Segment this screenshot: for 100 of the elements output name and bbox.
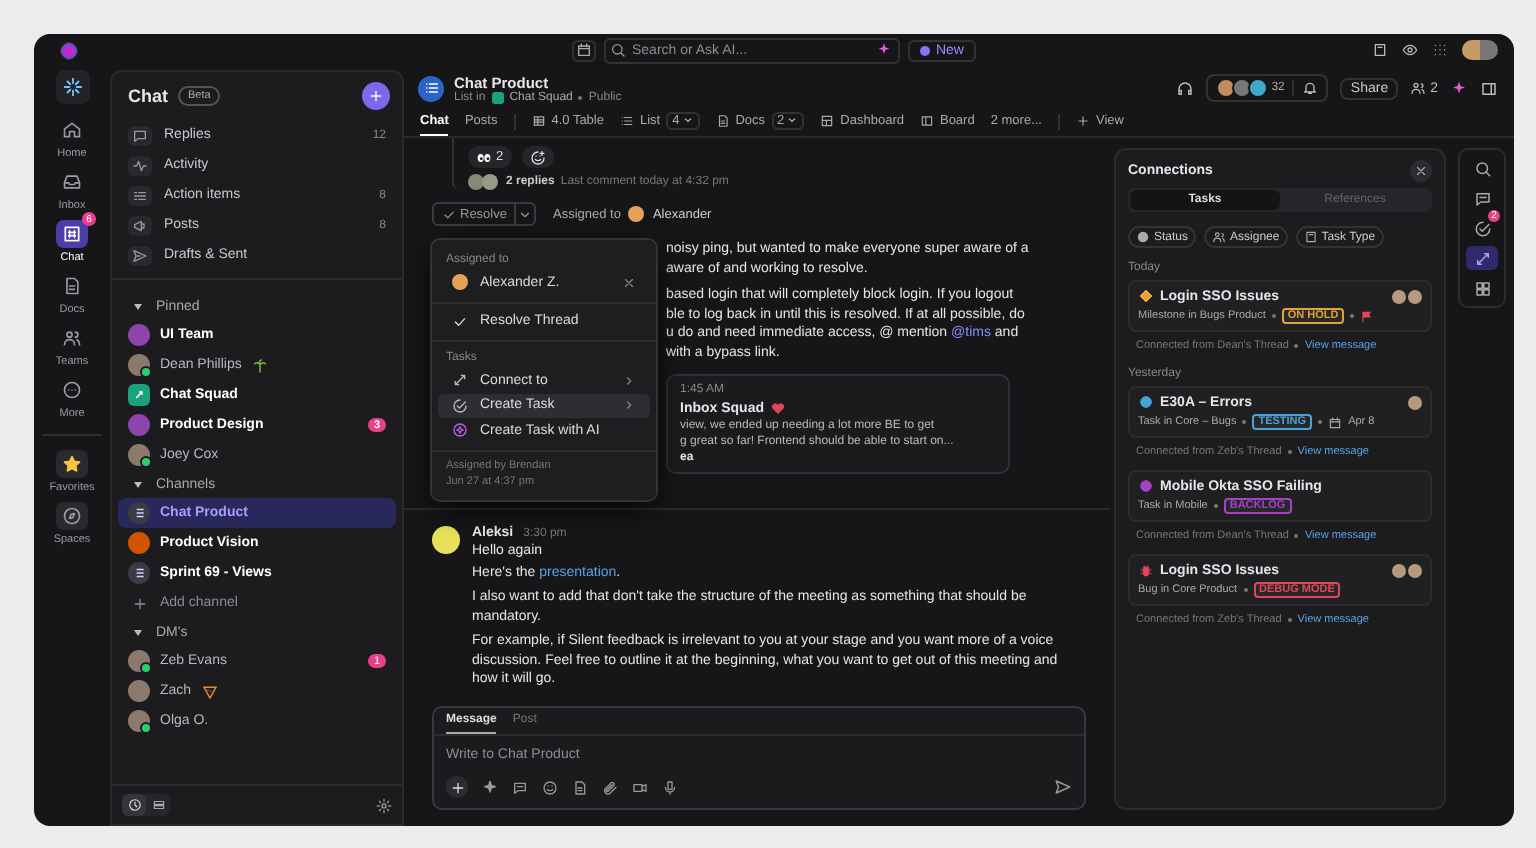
eyes-icon <box>476 149 492 165</box>
connect-button[interactable] <box>1466 246 1498 270</box>
remove-button[interactable] <box>622 275 636 290</box>
dashboard-icon <box>820 113 835 127</box>
people-icon <box>61 328 82 348</box>
palm-tree-icon <box>251 357 268 373</box>
add-button[interactable] <box>362 82 390 110</box>
separator-dot <box>1242 420 1247 424</box>
add-reaction-button[interactable] <box>521 146 554 168</box>
close-icon <box>622 275 636 290</box>
avatar <box>628 206 645 222</box>
avatar <box>1247 78 1268 98</box>
document-icon[interactable] <box>572 779 588 795</box>
calendar-icon <box>1328 415 1343 429</box>
add-button[interactable] <box>446 776 468 798</box>
circle-dashed-icon <box>1136 230 1150 244</box>
search-icon <box>1473 159 1491 177</box>
compass-icon <box>61 506 82 526</box>
arrows-icon <box>1473 249 1491 267</box>
avatar <box>1408 395 1422 409</box>
clock-icon <box>127 798 141 812</box>
pizza-icon <box>201 683 218 699</box>
list-icon <box>128 562 150 584</box>
space-icon <box>491 91 504 103</box>
sidebar-title: Chat <box>128 86 168 106</box>
people-icon <box>1410 80 1427 96</box>
speech-bubble-icon <box>132 127 148 143</box>
caret-icon <box>786 114 799 126</box>
emoji-icon[interactable] <box>542 779 558 795</box>
close-icon <box>1414 164 1428 178</box>
check-icon <box>442 207 456 221</box>
user-avatar[interactable] <box>1462 40 1498 60</box>
caret-icon <box>681 114 694 126</box>
comment-icon <box>1473 189 1491 207</box>
separator-dot <box>578 95 583 99</box>
history-button[interactable] <box>122 794 146 816</box>
emoji-plus-icon <box>529 149 546 165</box>
check-icon <box>452 313 468 330</box>
cube-icon <box>1303 230 1318 244</box>
microphone-icon[interactable] <box>662 779 678 795</box>
apps-grid-icon[interactable] <box>1432 42 1448 58</box>
notepad-icon[interactable] <box>1372 42 1388 58</box>
document-icon <box>62 276 82 296</box>
separator-dot <box>1350 314 1355 318</box>
attachment-icon[interactable] <box>602 779 618 795</box>
separator-dot <box>1213 504 1218 508</box>
document-icon <box>715 113 730 127</box>
search-icon <box>609 42 626 58</box>
arrows-icon <box>452 372 468 389</box>
table-icon <box>531 113 546 127</box>
send-icon <box>132 247 148 263</box>
caret-icon <box>518 207 533 221</box>
sparkle-icon[interactable] <box>482 779 498 795</box>
workspace-logo[interactable] <box>55 70 89 104</box>
home-icon <box>62 120 82 140</box>
sidebar-panel-icon[interactable] <box>1480 79 1498 97</box>
inbox-icon <box>62 172 82 192</box>
settings-button[interactable] <box>376 797 392 813</box>
pulse-icon <box>132 157 148 173</box>
board-icon <box>919 113 934 127</box>
plus-icon <box>368 88 384 104</box>
sparkle-icon[interactable] <box>1450 79 1468 97</box>
person-icon <box>1212 230 1227 244</box>
diamond-icon <box>1138 288 1154 304</box>
separator-dot <box>1294 344 1299 348</box>
checklist-icon <box>132 187 148 203</box>
calendar-icon <box>575 42 592 58</box>
close-button[interactable] <box>1410 160 1432 182</box>
avatar <box>432 526 460 554</box>
bell-icon <box>1302 80 1319 96</box>
avatar <box>452 274 468 291</box>
separator-dot <box>1287 450 1292 454</box>
separator-dot <box>1243 588 1248 592</box>
avatar <box>1215 78 1236 98</box>
settings-icon <box>376 797 392 813</box>
separator-dot <box>1294 534 1299 538</box>
layers-icon <box>151 798 165 812</box>
video-icon[interactable] <box>632 779 648 795</box>
list-icon <box>128 502 150 524</box>
separator-dot <box>1271 314 1276 318</box>
list-icon <box>619 113 634 127</box>
plus-icon <box>449 779 465 795</box>
team-avatar <box>128 532 150 554</box>
heart-icon <box>770 400 786 416</box>
chat-icon <box>62 224 82 244</box>
list-icon <box>418 75 444 101</box>
app-logo[interactable] <box>60 41 78 59</box>
calendar-button[interactable] <box>571 39 596 61</box>
comment-icon[interactable] <box>512 779 528 795</box>
separator-dot <box>1318 420 1323 424</box>
plus-icon <box>1076 113 1090 127</box>
sparkle-icon[interactable] <box>875 42 892 58</box>
megaphone-icon <box>132 217 148 233</box>
more-icon <box>62 380 82 400</box>
space-icon <box>128 384 150 406</box>
apps-icon <box>1473 279 1491 297</box>
headset-icon[interactable] <box>1175 79 1194 97</box>
star-icon <box>62 454 82 474</box>
send-icon[interactable] <box>1054 778 1072 796</box>
separator-dot <box>1287 618 1292 622</box>
